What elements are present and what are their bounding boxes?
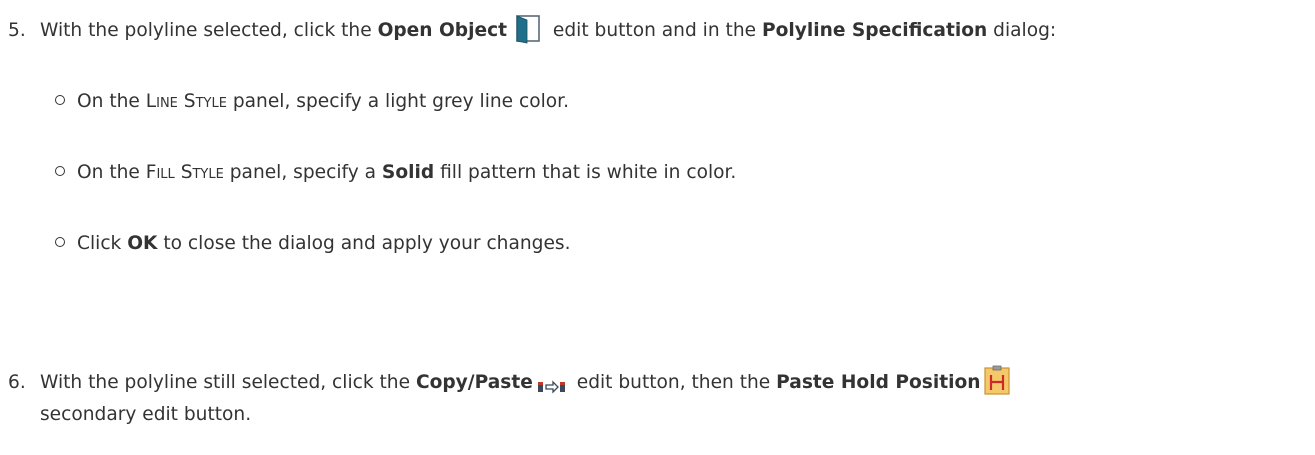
bullet-icon: [55, 236, 65, 247]
step-5: 5. With the polyline selected, click the …: [8, 14, 1056, 47]
fill-style-panel-label: Fill Style: [145, 162, 224, 183]
list-item-fill-style: On the Fill Style panel, specify a Solid…: [55, 156, 736, 189]
open-door-icon: [513, 12, 543, 44]
list-item-line-style: On the Line Style panel, specify a light…: [55, 85, 569, 118]
paste-hold-position-icon: [984, 365, 1011, 395]
paste-hold-position-label: Paste Hold Position: [776, 372, 981, 393]
step-6-continuation: secondary edit button.: [40, 404, 252, 425]
open-object-label: Open Object: [377, 20, 508, 41]
list-item-ok: Click OK to close the dialog and apply y…: [55, 227, 571, 260]
bullet-icon: [55, 165, 65, 176]
polyline-specification-label: Polyline Specification: [761, 20, 988, 41]
step-6: 6. With the polyline still selected, clic…: [8, 365, 1011, 399]
step-number: 6.: [8, 372, 26, 393]
copy-paste-icon: [537, 373, 567, 394]
step-number: 5.: [8, 20, 26, 41]
line-style-panel-label: Line Style: [145, 91, 227, 112]
copy-paste-label: Copy/Paste: [415, 372, 533, 393]
bullet-icon: [55, 94, 65, 105]
ok-label: OK: [127, 233, 158, 254]
solid-label: Solid: [381, 162, 435, 183]
